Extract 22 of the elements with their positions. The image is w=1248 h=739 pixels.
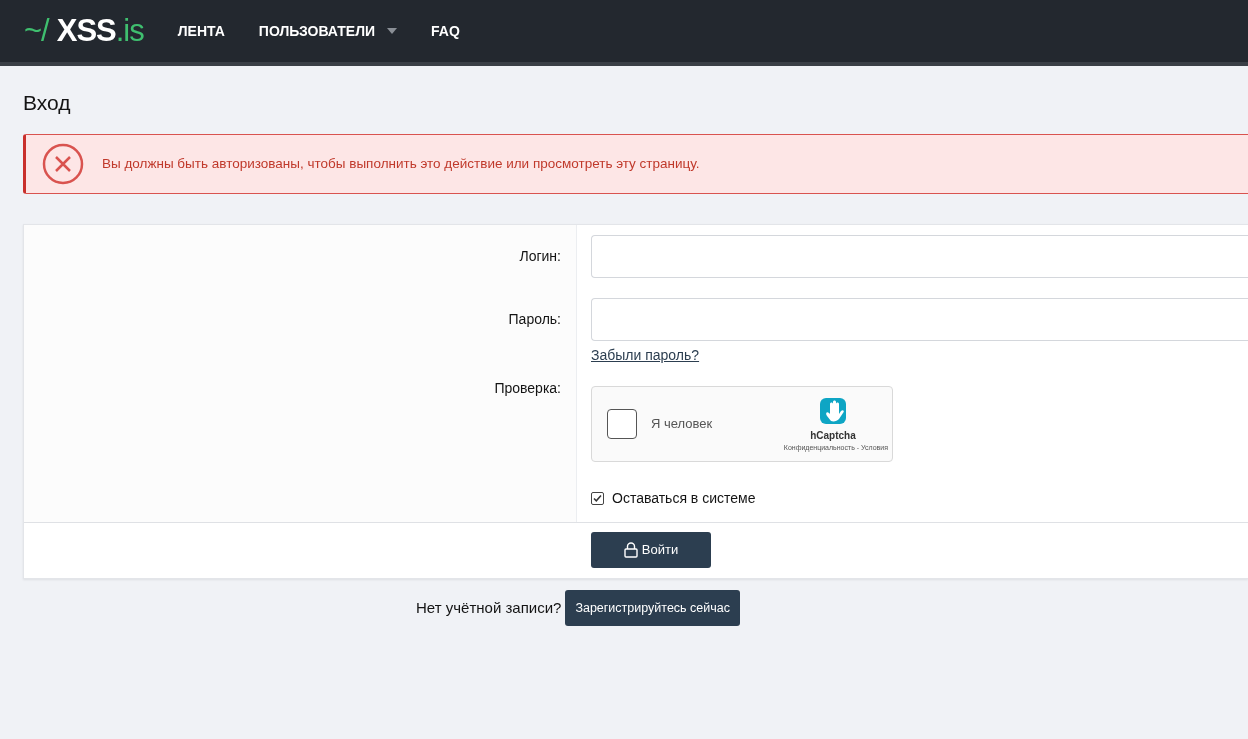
captcha-brand: hCaptcha — [810, 429, 856, 444]
error-icon — [42, 143, 84, 186]
alert-message: Вы должны быть авторизованы, чтобы выполнить это действие или просмотреть эту страницу. — [102, 155, 700, 174]
site-logo[interactable]: ~/ XSS.is — [24, 7, 144, 55]
remember-checkbox[interactable] — [591, 492, 604, 506]
lock-icon — [623, 542, 638, 559]
input-field[interactable] — [591, 298, 1248, 342]
remember-label: Оставаться в системе — [612, 489, 756, 509]
page-title: Вход — [23, 90, 72, 116]
nav-link[interactable]: ПОЛЬЗОВАТЕЛИ — [258, 20, 398, 42]
forgot-password-link[interactable]: Забыли пароль? — [591, 345, 700, 367]
login-button[interactable]: Войти — [591, 532, 711, 569]
register-button[interactable]: Зарегистрируйтесь сейчас — [565, 590, 740, 627]
captcha-label: Я человек — [651, 415, 714, 434]
field-label: Логин: — [519, 247, 561, 267]
input-field[interactable] — [591, 235, 1248, 279]
nav-link[interactable]: ЛЕНТА — [177, 20, 225, 42]
field-label: Пароль: — [508, 310, 561, 330]
field-label: Проверка: — [494, 379, 561, 399]
nav-link[interactable]: FAQ — [431, 20, 460, 42]
captcha-checkbox[interactable] — [607, 409, 637, 440]
register-prompt: Нет учётной записи? — [416, 597, 562, 618]
